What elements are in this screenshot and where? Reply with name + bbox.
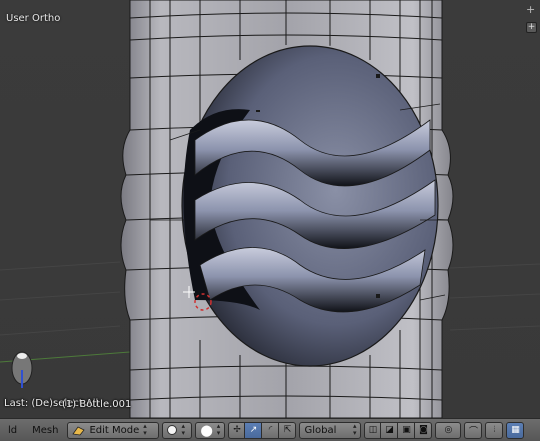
viewport-shading-icon [167,425,178,435]
viewport-shading-dropdown[interactable]: ▴ ▾ [162,421,193,439]
properties-toggle-icon[interactable]: + [526,22,537,33]
bottle-mesh[interactable] [0,0,540,418]
translate-icon[interactable]: ↗ [245,421,263,439]
proportional-edit-icon[interactable]: ◎ [435,421,462,439]
snap-icon[interactable]: ⌒ [464,421,483,439]
dropdown-arrows-icon: ▴ ▾ [216,422,221,437]
mode-dropdown[interactable]: Edit Mode ▴ ▾ [67,421,160,439]
transform-orientation-dropdown[interactable]: Global ▴ ▾ [299,421,362,439]
snap-target-icon[interactable]: ▦ [506,421,525,439]
scale-icon[interactable]: ⇱ [279,421,297,439]
viewport-header: ld Mesh Edit Mode ▴ ▾ ▴ ▾ ⬤ ▴ ▾ ✢ ↗ ◜ ⇱ Glo… [0,418,540,441]
mode-label: Edit Mode [89,424,140,436]
orientation-label: Global [304,424,337,436]
snap-element-icon[interactable]: ⦙ [485,421,504,439]
view-label: User Ortho [6,13,61,24]
dropdown-arrows-icon: ▴ ▾ [352,422,357,437]
mesh-menu[interactable]: Mesh [26,425,64,436]
axes-orientation-widget [11,351,33,388]
occlude-geometry-icon[interactable]: ◙ [415,421,433,439]
pivot-point-dropdown[interactable]: ⬤ ▴ ▾ [195,421,226,439]
manipulator-icon[interactable]: ✢ [228,421,246,439]
edit-mode-icon [72,425,86,435]
region-expand-icon[interactable]: + [526,4,535,15]
pivot-point-icon: ⬤ [200,423,213,437]
vertex-select-icon[interactable]: ◫ [364,421,382,439]
edge-select-icon[interactable]: ◪ [381,421,399,439]
dropdown-arrows-icon: ▴ ▾ [143,422,147,437]
view-menu[interactable]: ld [2,425,23,436]
active-object-label: (1) Bottle.001 [62,399,132,410]
dropdown-arrows-icon: ▴ ▾ [181,422,185,437]
3d-viewport[interactable]: User Ortho + + Last: (De)select All (1) … [0,0,540,418]
face-select-icon[interactable]: ▣ [398,421,416,439]
rotate-icon[interactable]: ◜ [262,421,280,439]
